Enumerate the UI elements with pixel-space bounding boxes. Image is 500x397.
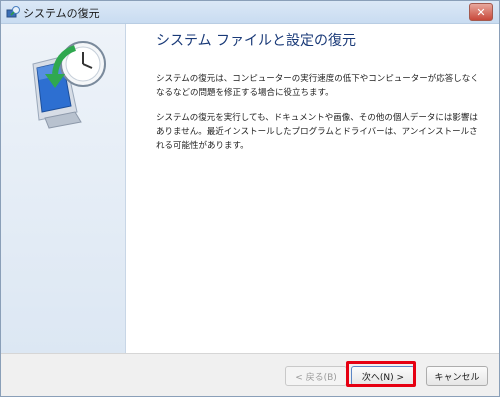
- page-title: システム ファイルと設定の復元: [156, 33, 357, 49]
- button-bar: < 戻る(B) 次へ(N) > キャンセル: [1, 353, 499, 396]
- system-restore-illustration: [32, 41, 106, 129]
- window-title: システムの復元: [23, 7, 100, 20]
- close-button[interactable]: ✕: [469, 3, 493, 21]
- next-button-highlight: [346, 361, 416, 387]
- description-paragraph-1: システムの復元は、コンピューターの実行速度の低下やコンピューターが応答しなくなる…: [156, 74, 479, 98]
- cancel-button[interactable]: キャンセル: [426, 366, 488, 386]
- close-icon: ✕: [476, 5, 486, 19]
- title-bar: システムの復元 ✕: [1, 1, 499, 24]
- system-restore-icon: [6, 5, 20, 19]
- content-area: システム ファイルと設定の復元 システムの復元は、コンピューターの実行速度の低下…: [126, 24, 499, 355]
- back-button[interactable]: < 戻る(B): [285, 366, 347, 386]
- description-paragraph-2: システムの復元を実行しても、ドキュメントや画像、その他の個人データには影響はあり…: [156, 113, 478, 151]
- system-restore-window: システムの復元 ✕ システム ファイルと設定の復元 システムの復元は、コンピュー…: [0, 0, 500, 397]
- side-panel: [1, 24, 126, 355]
